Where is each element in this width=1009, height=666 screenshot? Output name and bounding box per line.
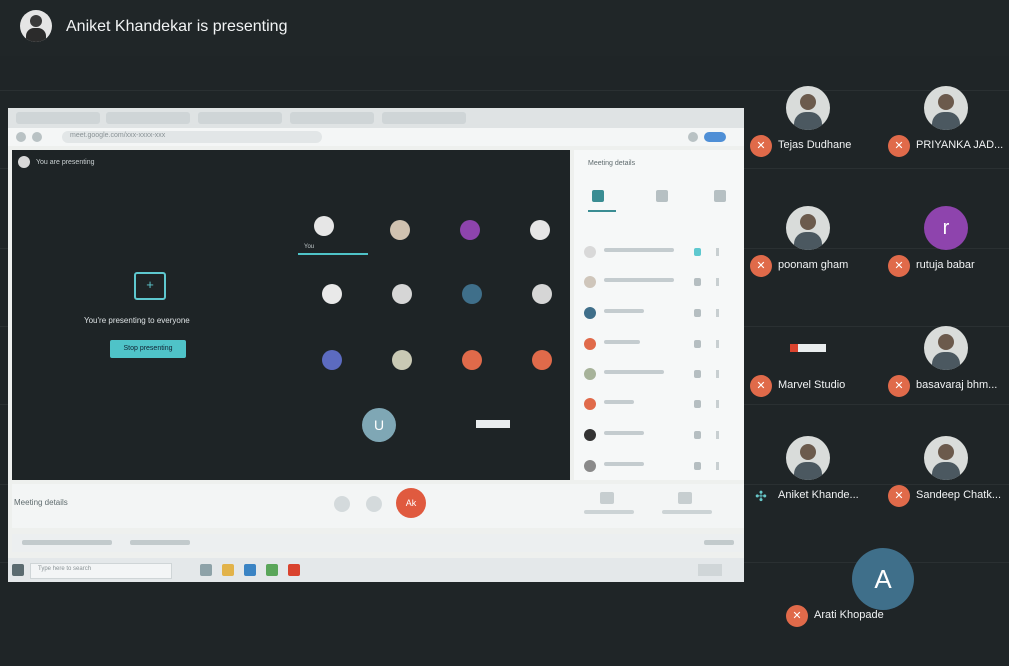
update-icon[interactable] <box>704 132 726 142</box>
participant-name: Tejas Dudhane <box>778 139 852 151</box>
stop-presenting-button[interactable]: Stop presenting <box>110 340 186 358</box>
meet-bottom-bar: Meeting details Ak <box>12 484 744 528</box>
participant-tile[interactable]: r ✕ rutuja babar <box>888 206 1009 316</box>
mini-participant <box>322 284 342 304</box>
participant-name: Aniket Khande... <box>778 489 859 501</box>
participant-avatar <box>786 326 830 370</box>
presenter-avatar <box>20 10 52 42</box>
address-bar[interactable]: meet.google.com/xxx-xxxx-xxx <box>8 128 744 146</box>
people-row[interactable] <box>584 366 734 384</box>
mini-tile-label: You <box>304 244 315 250</box>
participant-name: poonam gham <box>778 259 849 271</box>
mini-participant <box>390 220 410 240</box>
mic-off-icon: ✕ <box>750 135 772 157</box>
mini-participant <box>314 216 334 236</box>
mic-off-icon: ✕ <box>786 605 808 627</box>
participant-tile[interactable]: ✕ Marvel Studio <box>750 326 880 436</box>
mic-icon[interactable] <box>334 496 350 512</box>
shared-screen: meet.google.com/xxx-xxxx-xxx You are pre… <box>8 108 744 582</box>
participant-avatar <box>924 436 968 480</box>
mini-participant <box>460 220 480 240</box>
chat-tab-icon[interactable] <box>656 190 668 202</box>
mini-participant <box>322 350 342 370</box>
participant-tile[interactable]: ✕ basavaraj bhm... <box>888 326 1009 436</box>
people-panel: Meeting details <box>574 150 744 480</box>
present-screen-icon: + <box>134 272 166 300</box>
downloads-bar <box>12 534 744 552</box>
windows-taskbar: Type here to search <box>8 558 744 582</box>
url-text[interactable]: meet.google.com/xxx-xxxx-xxx <box>70 132 165 139</box>
activities-tab-icon[interactable] <box>714 190 726 202</box>
chrome-icon[interactable] <box>266 564 278 576</box>
mini-participant <box>532 350 552 370</box>
presenting-icon: ✣ <box>755 488 767 504</box>
participant-avatar <box>924 326 968 370</box>
mini-participant-letter: U <box>362 408 396 442</box>
present-now-icon[interactable] <box>678 492 692 504</box>
file-explorer-icon[interactable] <box>222 564 234 576</box>
participant-avatar <box>786 206 830 250</box>
mini-participant <box>462 350 482 370</box>
you-presenting-chip: You are presenting <box>18 156 95 168</box>
meeting-details-label[interactable]: Meeting details <box>14 498 68 507</box>
people-row[interactable] <box>584 396 734 414</box>
start-icon[interactable] <box>12 564 24 576</box>
participant-name: Arati Khopade <box>814 609 884 621</box>
people-panel-title: Meeting details <box>588 160 636 167</box>
task-view-icon[interactable] <box>200 564 212 576</box>
camera-icon[interactable] <box>366 496 382 512</box>
people-row[interactable] <box>584 244 734 262</box>
participant-name: PRIYANKA JAD... <box>916 139 1004 151</box>
mic-off-icon: ✕ <box>888 375 910 397</box>
mini-participant <box>392 350 412 370</box>
browser-tabstrip <box>8 108 744 128</box>
app-icon[interactable] <box>288 564 300 576</box>
people-row[interactable] <box>584 458 734 476</box>
top-bar: Aniket Khandekar is presenting <box>0 0 1009 56</box>
mic-off-icon: ✕ <box>888 255 910 277</box>
participant-name: rutuja babar <box>916 259 975 271</box>
edge-icon[interactable] <box>244 564 256 576</box>
mini-participant <box>532 284 552 304</box>
people-tab-icon[interactable] <box>592 190 604 202</box>
participant-name: basavaraj bhm... <box>916 379 998 391</box>
leave-call-button[interactable]: Ak <box>396 488 426 518</box>
participant-tile[interactable]: ✕ PRIYANKA JAD... <box>888 86 1009 196</box>
mini-banner <box>476 420 510 428</box>
participant-avatar: r <box>924 206 968 250</box>
mic-off-icon: ✕ <box>750 255 772 277</box>
mini-participant <box>392 284 412 304</box>
back-icon[interactable] <box>16 132 26 142</box>
participant-tile[interactable]: ✣ Aniket Khande... <box>750 436 880 546</box>
people-row[interactable] <box>584 305 734 323</box>
profile-icon[interactable] <box>688 132 698 142</box>
self-avatar <box>18 156 30 168</box>
participant-tile[interactable]: ✕ Tejas Dudhane <box>750 86 880 196</box>
participant-name: Marvel Studio <box>778 379 846 391</box>
taskbar-clock <box>698 564 722 576</box>
participant-name: Sandeep Chatk... <box>916 489 1002 501</box>
participant-avatar <box>786 86 830 130</box>
participant-avatar <box>786 436 830 480</box>
mic-off-icon: ✕ <box>888 135 910 157</box>
people-row[interactable] <box>584 274 734 292</box>
arati-avatar: A <box>852 548 914 610</box>
participant-tile[interactable]: ✕ poonam gham <box>750 206 880 316</box>
people-row[interactable] <box>584 336 734 354</box>
mini-participant <box>462 284 482 304</box>
presenting-message: You're presenting to everyone <box>84 316 190 325</box>
participant-tile[interactable]: ✕ Sandeep Chatk... <box>888 436 1009 546</box>
people-row[interactable] <box>584 427 734 445</box>
presenting-title: Aniket Khandekar is presenting <box>66 18 288 35</box>
reload-icon[interactable] <box>32 132 42 142</box>
show-all-link[interactable] <box>704 540 734 545</box>
captions-icon[interactable] <box>600 492 614 504</box>
download-item[interactable] <box>22 540 112 545</box>
mini-participant <box>530 220 550 240</box>
download-item[interactable] <box>130 540 190 545</box>
mic-off-icon: ✕ <box>750 375 772 397</box>
meet-stage: You are presenting + You're presenting t… <box>12 150 570 480</box>
participant-avatar <box>924 86 968 130</box>
mic-off-icon: ✕ <box>888 485 910 507</box>
